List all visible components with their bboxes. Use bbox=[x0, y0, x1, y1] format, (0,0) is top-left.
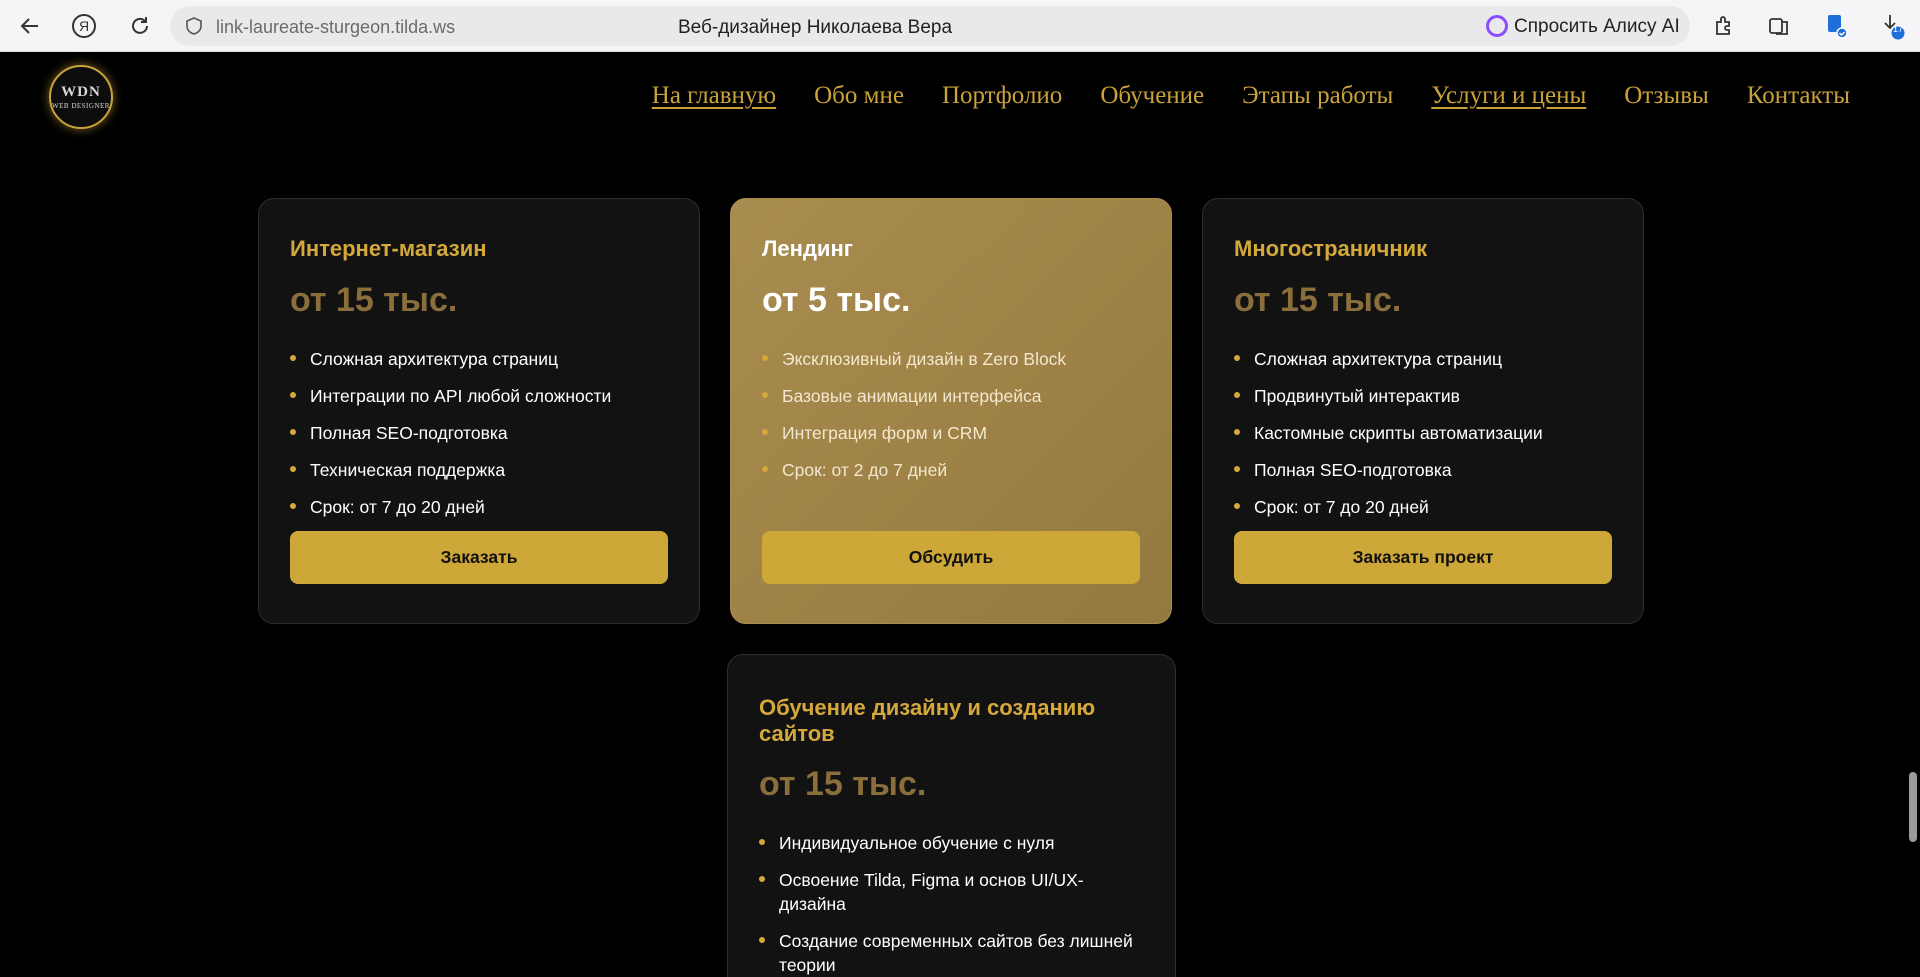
feature-item: Сложная архитектура страниц bbox=[290, 347, 650, 371]
feature-list: Сложная архитектура страниц Интеграции п… bbox=[290, 347, 650, 532]
nav-about[interactable]: Обо мне bbox=[814, 82, 904, 110]
collections-icon[interactable] bbox=[1763, 10, 1795, 42]
feature-item: Срок: от 7 до 20 дней bbox=[1234, 495, 1594, 519]
extensions-icon[interactable] bbox=[1708, 10, 1740, 42]
yandex-icon[interactable]: Я bbox=[68, 10, 100, 42]
nav-contacts[interactable]: Контакты bbox=[1747, 82, 1850, 110]
card-title: Обучение дизайну и созданию сайтов bbox=[759, 695, 1096, 746]
feature-item: Кастомные скрипты автоматизации bbox=[1234, 421, 1594, 445]
card-title: Многостраничник bbox=[1234, 236, 1428, 261]
site-logo[interactable]: WDN WEB DESIGNER bbox=[49, 65, 113, 129]
nav-services[interactable]: Услуги и цены bbox=[1431, 82, 1586, 110]
feature-item: Создание современных сайтов без лишней т… bbox=[759, 929, 1139, 977]
nav-education[interactable]: Обучение bbox=[1100, 82, 1204, 110]
nav-stages[interactable]: Этапы работы bbox=[1242, 82, 1393, 110]
card-title: Лендинг bbox=[762, 236, 853, 261]
card-price: от 15 тыс. bbox=[1234, 281, 1402, 319]
page-title: Веб-дизайнер Николаева Вера bbox=[677, 17, 953, 38]
pricing-card-multipage: Многостраничник от 15 тыс. Сложная архит… bbox=[1202, 198, 1644, 624]
alice-button[interactable]: Спросить Алису AI bbox=[1474, 6, 1690, 46]
logo-mark: WDN bbox=[61, 84, 101, 100]
feature-item: Эксклюзивный дизайн в Zero Block bbox=[762, 347, 1122, 371]
feature-item: Базовые анимации интерфейса bbox=[762, 384, 1122, 408]
feature-item: Срок: от 7 до 20 дней bbox=[290, 495, 650, 519]
order-project-button[interactable]: Заказать проект bbox=[1234, 531, 1612, 584]
back-icon[interactable] bbox=[14, 10, 46, 42]
downloads-icon[interactable]: 17 bbox=[1876, 10, 1908, 42]
card-price: от 15 тыс. bbox=[290, 281, 458, 319]
feature-item: Техническая поддержка bbox=[290, 458, 650, 482]
card-price: от 5 тыс. bbox=[762, 281, 911, 319]
page-scrollbar[interactable] bbox=[1906, 52, 1920, 977]
card-title: Интернет-магазин bbox=[290, 236, 487, 261]
feature-list: Эксклюзивный дизайн в Zero Block Базовые… bbox=[762, 347, 1122, 495]
pricing-card-landing: Лендинг от 5 тыс. Эксклюзивный дизайн в … bbox=[730, 198, 1172, 624]
feature-item: Полная SEO-подготовка bbox=[1234, 458, 1594, 482]
address-bar[interactable]: link-laureate-sturgeon.tilda.ws Веб-диза… bbox=[170, 6, 1600, 46]
feature-item: Освоение Tilda, Figma и основ UI/UX-диза… bbox=[759, 868, 1139, 916]
alice-label: Спросить Алису AI bbox=[1514, 16, 1680, 37]
nav-home[interactable]: На главную bbox=[652, 82, 776, 110]
feature-item: Сложная архитектура страниц bbox=[1234, 347, 1594, 371]
logo-caption: WEB DESIGNER bbox=[52, 102, 110, 110]
nav-portfolio[interactable]: Портфолио bbox=[942, 82, 1062, 110]
feature-list: Индивидуальное обучение с нуля Освоение … bbox=[759, 831, 1139, 977]
feature-item: Интеграция форм и CRM bbox=[762, 421, 1122, 445]
svg-text:Я: Я bbox=[79, 18, 89, 34]
feature-item: Индивидуальное обучение с нуля bbox=[759, 831, 1139, 855]
downloads-badge: 17 bbox=[1892, 24, 1903, 34]
feature-item: Полная SEO-подготовка bbox=[290, 421, 650, 445]
scrollbar-thumb[interactable] bbox=[1909, 772, 1917, 842]
alice-icon bbox=[1486, 15, 1508, 37]
pricing-card-shop: Интернет-магазин от 15 тыс. Сложная архи… bbox=[258, 198, 700, 624]
pricing-card-education: Обучение дизайну и созданию сайтов от 15… bbox=[727, 654, 1176, 977]
main-nav: На главную Обо мне Портфолио Обучение Эт… bbox=[652, 82, 1850, 110]
card-price: от 15 тыс. bbox=[759, 765, 927, 803]
feature-item: Интеграции по API любой сложности bbox=[290, 384, 650, 408]
discuss-button[interactable]: Обсудить bbox=[762, 531, 1140, 584]
order-button[interactable]: Заказать bbox=[290, 531, 668, 584]
feature-item: Срок: от 2 до 7 дней bbox=[762, 458, 1122, 482]
feature-item: Продвинутый интерактив bbox=[1234, 384, 1594, 408]
browser-toolbar: Я link-laureate-sturgeon.tilda.ws Веб-ди… bbox=[0, 0, 1920, 52]
reload-icon[interactable] bbox=[124, 10, 156, 42]
feature-list: Сложная архитектура страниц Продвинутый … bbox=[1234, 347, 1594, 532]
nav-reviews[interactable]: Отзывы bbox=[1624, 82, 1709, 110]
profile-icon[interactable] bbox=[1820, 10, 1852, 42]
